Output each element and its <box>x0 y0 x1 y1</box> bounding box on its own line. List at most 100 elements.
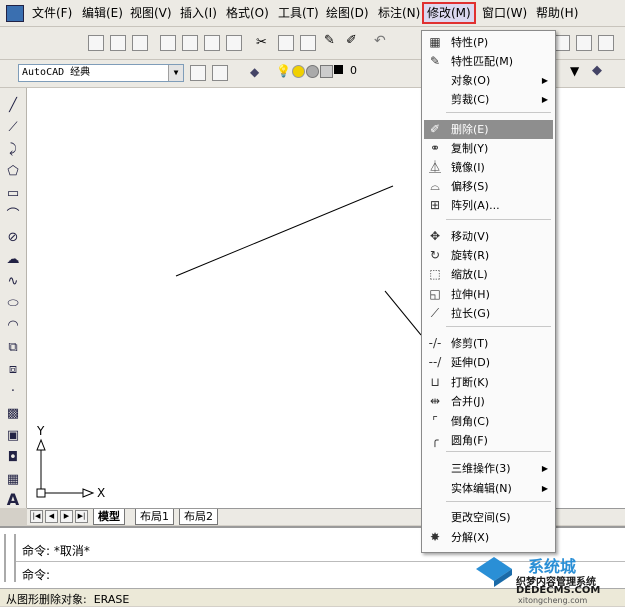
menu-item-label: 拉长(G) <box>451 307 491 320</box>
menu-separator <box>446 219 551 220</box>
menu-tools[interactable]: 工具(T) <box>276 4 321 22</box>
menu-item-copy[interactable]: ⚭ 复制(Y) <box>424 139 553 158</box>
menu-item-rotate[interactable]: ↻ 旋转(R) <box>424 246 553 265</box>
region-icon[interactable]: ◘ <box>5 450 21 466</box>
layer-previous-icon[interactable]: ◆ <box>592 63 602 78</box>
new-icon[interactable] <box>88 35 104 51</box>
polyline-icon[interactable]: ⤸ <box>5 142 21 158</box>
menu-item-fillet[interactable]: ╭ 圆角(F) <box>424 431 553 450</box>
ellipse-icon[interactable]: ⬭ <box>5 296 21 312</box>
menu-format[interactable]: 格式(O) <box>224 4 271 22</box>
menu-item-erase[interactable]: ✐ 删除(E) <box>424 120 553 139</box>
insert-block-icon[interactable]: ⧉ <box>5 340 21 356</box>
menu-item-lengthen[interactable]: ⟋ 拉长(G) <box>424 304 553 323</box>
line-icon[interactable]: ╱ <box>5 98 21 114</box>
menu-window[interactable]: 窗口(W) <box>480 4 529 22</box>
menu-item-scale[interactable]: ⬚ 缩放(L) <box>424 265 553 284</box>
menu-insert[interactable]: 插入(I) <box>178 4 219 22</box>
sheet-set-icon[interactable] <box>598 35 614 51</box>
menu-help[interactable]: 帮助(H) <box>534 4 580 22</box>
menu-item-extend[interactable]: --/ 延伸(D) <box>424 353 553 372</box>
menu-item-array[interactable]: ⊞ 阵列(A)... <box>424 196 553 215</box>
circle-icon[interactable]: ⊘ <box>5 230 21 246</box>
menu-item-break[interactable]: ⊔ 打断(K) <box>424 373 553 392</box>
menu-item-trim[interactable]: -/- 修剪(T) <box>424 334 553 353</box>
menu-item-change-space[interactable]: 更改空间(S) <box>424 508 553 527</box>
menu-item-solid-editing[interactable]: 实体编辑(N) ▶ <box>424 479 553 498</box>
menu-item-move[interactable]: ✥ 移动(V) <box>424 227 553 246</box>
menu-item-explode[interactable]: ✸ 分解(X) <box>424 528 553 547</box>
rotate-icon: ↻ <box>429 248 441 262</box>
paste-icon[interactable] <box>300 35 316 51</box>
menu-item-offset[interactable]: ⌓ 偏移(S) <box>424 177 553 196</box>
menu-item-join[interactable]: ⇹ 合并(J) <box>424 392 553 411</box>
layer-color-swatch <box>334 65 343 74</box>
block-editor-icon[interactable]: ✐ <box>346 33 357 48</box>
save-icon[interactable] <box>132 35 148 51</box>
menu-item-properties[interactable]: ▦ 特性(P) <box>424 33 553 52</box>
gradient-icon[interactable]: ▣ <box>5 428 21 444</box>
copy-clip-icon[interactable] <box>278 35 294 51</box>
menu-item-match-properties[interactable]: ✎ 特性匹配(M) <box>424 52 553 71</box>
menu-draw[interactable]: 绘图(D) <box>324 4 371 22</box>
app-icon[interactable] <box>6 5 24 22</box>
watermark-line2: DEDECMS.COM <box>516 585 601 596</box>
menu-item-label: 打断(K) <box>451 376 489 389</box>
menu-item-clip[interactable]: 剪裁(C) ▶ <box>424 90 553 109</box>
construction-line-icon[interactable]: ⟋ <box>5 120 21 136</box>
workspace-save-icon[interactable] <box>212 65 228 81</box>
tool-palette-icon[interactable] <box>576 35 592 51</box>
menu-file[interactable]: 文件(F) <box>30 4 74 22</box>
menu-modify[interactable]: 修改(M) <box>422 2 476 24</box>
layer-manager-icon[interactable]: ◆ <box>250 65 259 79</box>
spline-icon[interactable]: ∿ <box>5 274 21 290</box>
multiline-text-icon[interactable]: A <box>5 492 21 508</box>
menu-item-3d-operations[interactable]: 三维操作(3) ▶ <box>424 459 553 478</box>
table-icon[interactable]: ▦ <box>5 472 21 488</box>
command-input[interactable]: 命令: <box>22 566 50 583</box>
menu-edit[interactable]: 编辑(E) <box>80 4 125 22</box>
publish-icon[interactable] <box>204 35 220 51</box>
arc-icon[interactable]: ⌒ <box>5 208 21 224</box>
rectangle-icon[interactable]: ▭ <box>5 186 21 202</box>
menu-dimension[interactable]: 标注(N) <box>376 4 422 22</box>
copy-icon: ⚭ <box>429 141 441 155</box>
menu-item-label: 特性(P) <box>451 36 489 49</box>
menu-item-label: 旋转(R) <box>451 249 490 262</box>
tab-layout2[interactable]: 布局2 <box>179 509 218 525</box>
polygon-icon[interactable]: ⬠ <box>5 164 21 180</box>
workspace-combo[interactable]: AutoCAD 经典 ▼ <box>18 64 184 82</box>
chamfer-icon: ⌜ <box>432 414 438 428</box>
cut-icon[interactable]: ✂ <box>256 35 267 50</box>
design-center-icon[interactable] <box>554 35 570 51</box>
chevron-down-icon[interactable]: ▼ <box>168 65 183 81</box>
menu-item-stretch[interactable]: ◱ 拉伸(H) <box>424 285 553 304</box>
first-tab-icon[interactable]: |◀ <box>30 510 43 523</box>
menu-item-mirror[interactable]: ⏅ 镜像(I) <box>424 158 553 177</box>
plot-icon[interactable] <box>226 35 242 51</box>
preview-icon[interactable] <box>182 35 198 51</box>
menu-item-label: 分解(X) <box>451 531 490 544</box>
workspace-settings-icon[interactable] <box>190 65 206 81</box>
make-block-icon[interactable]: ⧈ <box>5 362 21 378</box>
print-icon[interactable] <box>160 35 176 51</box>
point-icon[interactable]: · <box>5 384 21 400</box>
menu-view[interactable]: 视图(V) <box>128 4 174 22</box>
prev-tab-icon[interactable]: ◀ <box>45 510 58 523</box>
tab-layout1[interactable]: 布局1 <box>135 509 174 525</box>
menu-item-chamfer[interactable]: ⌜ 倒角(C) <box>424 412 553 431</box>
match-brush-icon[interactable]: ✎ <box>324 33 335 48</box>
tab-model[interactable]: 模型 <box>93 509 125 525</box>
revision-cloud-icon[interactable]: ☁ <box>5 252 21 268</box>
layer-lock-icon <box>306 65 319 78</box>
next-tab-icon[interactable]: ▶ <box>60 510 73 523</box>
menu-item-object[interactable]: 对象(O) ▶ <box>424 71 553 90</box>
last-tab-icon[interactable]: ▶| <box>75 510 88 523</box>
open-icon[interactable] <box>110 35 126 51</box>
undo-icon[interactable]: ↶ <box>374 33 386 49</box>
layer-state-icon[interactable]: ▼ <box>570 64 579 78</box>
ellipse-arc-icon[interactable]: ◠ <box>5 318 21 334</box>
command-grip[interactable] <box>4 534 16 582</box>
menu-item-label: 移动(V) <box>451 230 490 243</box>
hatch-icon[interactable]: ▩ <box>5 406 21 422</box>
